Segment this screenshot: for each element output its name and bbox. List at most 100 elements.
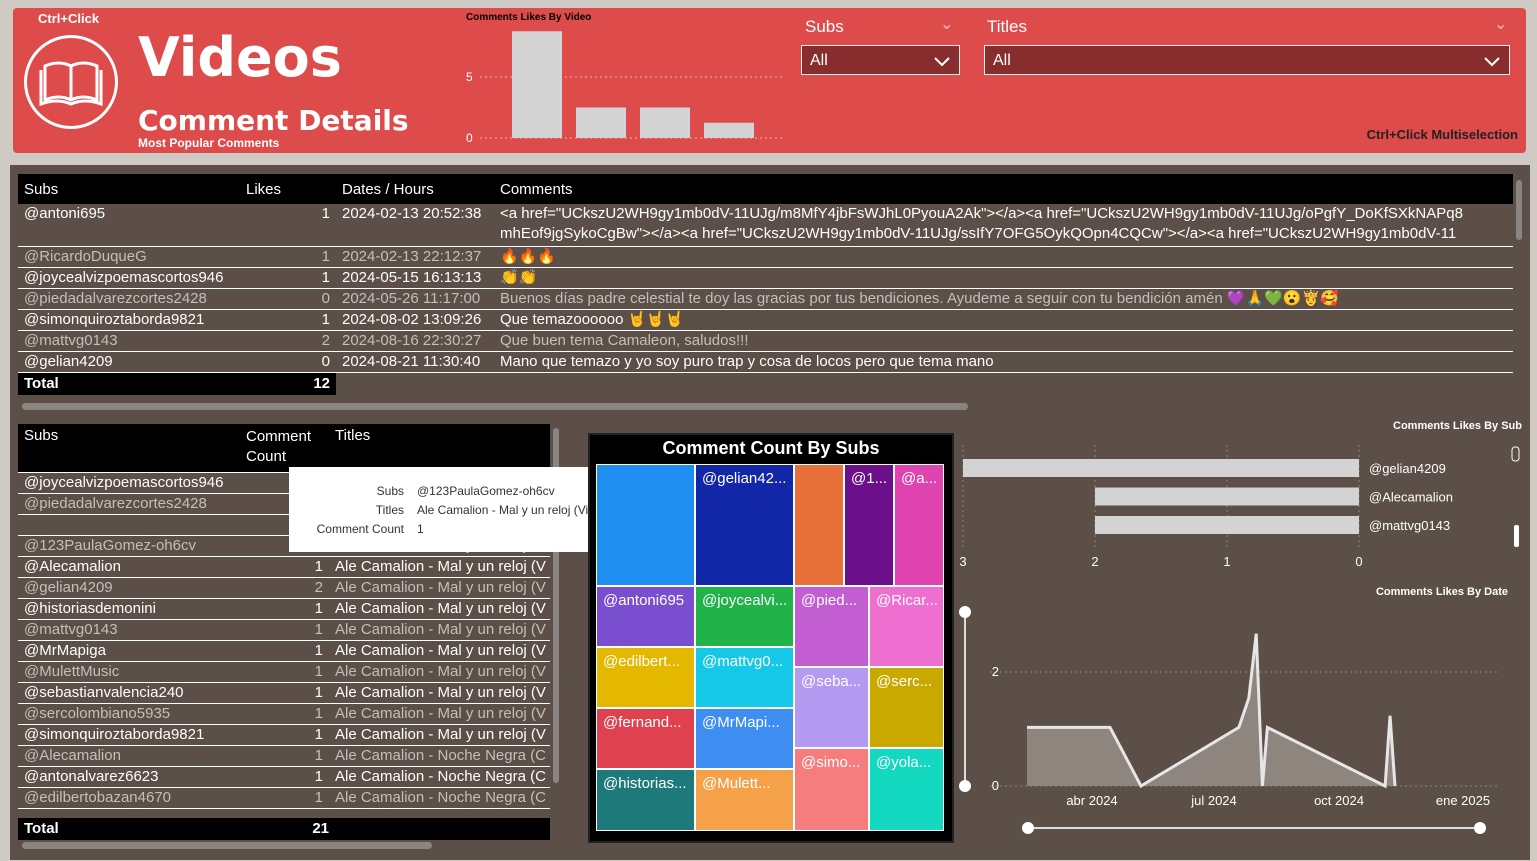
- subs-slicer-dropdown[interactable]: All: [801, 45, 960, 75]
- x-tick: 0: [1355, 554, 1362, 569]
- column-header-dates[interactable]: Dates / Hours: [336, 174, 494, 204]
- subs-slicer-value: All: [810, 52, 828, 69]
- cell-date: 2024-08-16 22:30:27: [342, 332, 482, 349]
- table-row[interactable]: @piedadalvarezcortes2428 0 2024-05-26 11:1…: [18, 289, 1513, 310]
- chevron-down-icon: [1484, 57, 1500, 67]
- bar[interactable]: [512, 31, 562, 138]
- bar[interactable]: [640, 107, 690, 139]
- comments-table[interactable]: Subs Likes Dates / Hours Comments @anton…: [18, 174, 1523, 404]
- cell-date: 2024-08-21 11:30:40: [342, 353, 481, 370]
- likes-by-video-chart[interactable]: Comments Likes By Video 5 0: [460, 8, 790, 148]
- y-range-slider-handle[interactable]: [959, 780, 971, 792]
- cell-comment: Que buen tema Camaleon, saludos!!!: [500, 332, 749, 349]
- page-caption: Most Popular Comments: [138, 136, 280, 150]
- treemap-tile[interactable]: @Mulett...: [695, 769, 794, 831]
- table-row[interactable]: @historiasdemonini 1 Ale Camalion - Mal y …: [18, 598, 550, 619]
- table-row[interactable]: @MulettMusic 1 Ale Camalion - Mal y un rel…: [18, 661, 550, 682]
- titles-slicer-value: All: [993, 52, 1011, 69]
- treemap-tile[interactable]: @fernand...: [596, 708, 695, 769]
- treemap-tile[interactable]: @MrMapi...: [695, 708, 794, 769]
- table-row[interactable]: @edilbertobazan4670 1 Ale Camalion - Noche…: [18, 787, 550, 808]
- cell-sub: @piedadalvarezcortes2428: [24, 494, 207, 512]
- vertical-scrollbar[interactable]: [1516, 180, 1522, 240]
- y-tick: 5: [466, 70, 473, 84]
- treemap-title: Comment Count By Subs: [662, 438, 880, 458]
- comment-line: mhEof9jgSykoCgBw"></a><a href="UCkszU2WH…: [500, 225, 1457, 242]
- treemap-tile[interactable]: @joycealvi...: [695, 586, 794, 647]
- column-header-likes[interactable]: Likes: [240, 174, 336, 204]
- table-row[interactable]: @sercolombiano5935 1 Ale Camalion - Mal y …: [18, 703, 550, 724]
- bar[interactable]: [1095, 516, 1359, 534]
- treemap-tile[interactable]: @Ricar...: [869, 586, 944, 667]
- cell-likes: 0: [321, 290, 330, 307]
- cell-sub: @joycealvizpoemascortos946: [24, 269, 224, 286]
- x-range-slider-handle[interactable]: [1022, 822, 1034, 834]
- bar[interactable]: [704, 122, 754, 138]
- treemap-tile[interactable]: @seba...: [794, 667, 869, 748]
- treemap-tile[interactable]: @historias...: [596, 769, 695, 831]
- column-header-subs[interactable]: Subs: [18, 174, 240, 204]
- bar[interactable]: [576, 107, 626, 139]
- treemap-tile[interactable]: @antoni695: [596, 586, 695, 647]
- treemap-tile[interactable]: @gelian42...: [695, 464, 794, 586]
- cell-count: 1: [314, 641, 323, 659]
- table-row[interactable]: @gelian4209 0 2024-08-21 11:30:40 Mano que …: [18, 352, 1513, 373]
- column-header-titles[interactable]: Titles: [329, 424, 550, 472]
- cell-count: 1: [314, 788, 323, 806]
- treemap-tile[interactable]: [596, 464, 695, 586]
- x-range-slider-handle[interactable]: [1474, 822, 1486, 834]
- treemap-tile[interactable]: @1...: [844, 464, 894, 586]
- chevron-down-icon[interactable]: ⌄: [940, 14, 953, 34]
- table-row[interactable]: @MrMapiga 1 Ale Camalion - Mal y un reloj …: [18, 640, 550, 661]
- cell-likes: 1: [321, 269, 330, 286]
- treemap-tile[interactable]: @simo...: [794, 748, 869, 831]
- table-row[interactable]: @mattvg0143 1 Ale Camalion - Mal y un relo…: [18, 619, 550, 640]
- horizontal-scrollbar[interactable]: [22, 842, 432, 849]
- cell-title: Ale Camalion - Mal y un reloj (V: [335, 599, 546, 617]
- table-row[interactable]: @RicardoDuqueG 1 2024-02-13 22:12:37 🔥🔥🔥: [18, 247, 1513, 268]
- cell-count: 1: [314, 746, 323, 764]
- treemap-tile[interactable]: @edilbert...: [596, 647, 695, 708]
- table-row[interactable]: @simonquiroztaborda9821 1 Ale Camalion - M…: [18, 724, 550, 745]
- comment-count-treemap[interactable]: @gelian42... @1... @a... @antoni695 @joyceal…: [596, 464, 944, 831]
- scroll-handle[interactable]: [1511, 446, 1520, 462]
- chart-title: Comments Likes By Sub: [1393, 420, 1522, 432]
- table-row[interactable]: @Alecamalion 1 Ale Camalion - Noche Negra …: [18, 745, 550, 766]
- table-row[interactable]: @sebastianvalencia240 1 Ale Camalion - Mal…: [18, 682, 550, 703]
- cell-count: 1: [314, 662, 323, 680]
- table-row[interactable]: @antonalvarez6623 1 Ale Camalion - Noche N…: [18, 766, 550, 787]
- treemap-tile[interactable]: @serc...: [869, 667, 944, 748]
- treemap-tile[interactable]: @mattvg0...: [695, 647, 794, 708]
- cell-comment: 🔥🔥🔥: [500, 248, 557, 265]
- chevron-down-icon[interactable]: ⌄: [1494, 14, 1507, 34]
- table-row[interactable]: @gelian4209 2 Ale Camalion - Mal y un relo…: [18, 577, 550, 598]
- treemap-tile[interactable]: @a...: [894, 464, 944, 586]
- table-row[interactable]: @simonquiroztaborda9821 1 2024-08-02 13:09…: [18, 310, 1513, 331]
- scroll-handle[interactable]: [1514, 525, 1519, 547]
- cell-count: 1: [314, 704, 323, 722]
- tooltip-value: 1: [417, 522, 424, 536]
- treemap-tile[interactable]: @yola...: [869, 748, 944, 831]
- cell-sub: @joycealvizpoemascortos946: [24, 473, 224, 491]
- column-header-comments[interactable]: Comments: [494, 174, 1513, 204]
- bar[interactable]: [963, 459, 1359, 477]
- treemap-tile[interactable]: @pied...: [794, 586, 869, 667]
- likes-by-date-chart[interactable]: Comments Likes By Date 2 0 abr 2024 jul …: [955, 580, 1530, 845]
- table-row[interactable]: @antoni695 1 2024-02-13 20:52:38 <a href…: [18, 204, 1513, 247]
- titles-slicer-dropdown[interactable]: All: [984, 45, 1510, 75]
- column-header-subs[interactable]: Subs: [18, 424, 240, 472]
- treemap-tile[interactable]: [794, 464, 844, 586]
- y-range-slider-handle[interactable]: [959, 606, 971, 618]
- table-row[interactable]: @Alecamalion 1 Ale Camalion - Mal y un rel…: [18, 556, 550, 577]
- cell-likes: 1: [321, 205, 330, 222]
- horizontal-scrollbar[interactable]: [22, 403, 968, 410]
- table-row[interactable]: @joycealvizpoemascortos946 1 2024-05-15 16…: [18, 268, 1513, 289]
- likes-by-sub-chart[interactable]: Comments Likes By Sub @gelian4209 @Alecam…: [955, 415, 1530, 575]
- chart-title: Comments Likes By Video: [466, 12, 591, 23]
- bar[interactable]: [1095, 487, 1359, 506]
- page-subtitle: Comment Details: [138, 104, 409, 137]
- column-header-comment-count[interactable]: Comment Count: [240, 424, 329, 472]
- cell-sub: @edilbertobazan4670: [24, 788, 172, 806]
- table-row[interactable]: @mattvg0143 2 2024-08-16 22:30:27 Que buen …: [18, 331, 1513, 352]
- cell-date: 2024-05-15 16:13:13: [342, 269, 482, 286]
